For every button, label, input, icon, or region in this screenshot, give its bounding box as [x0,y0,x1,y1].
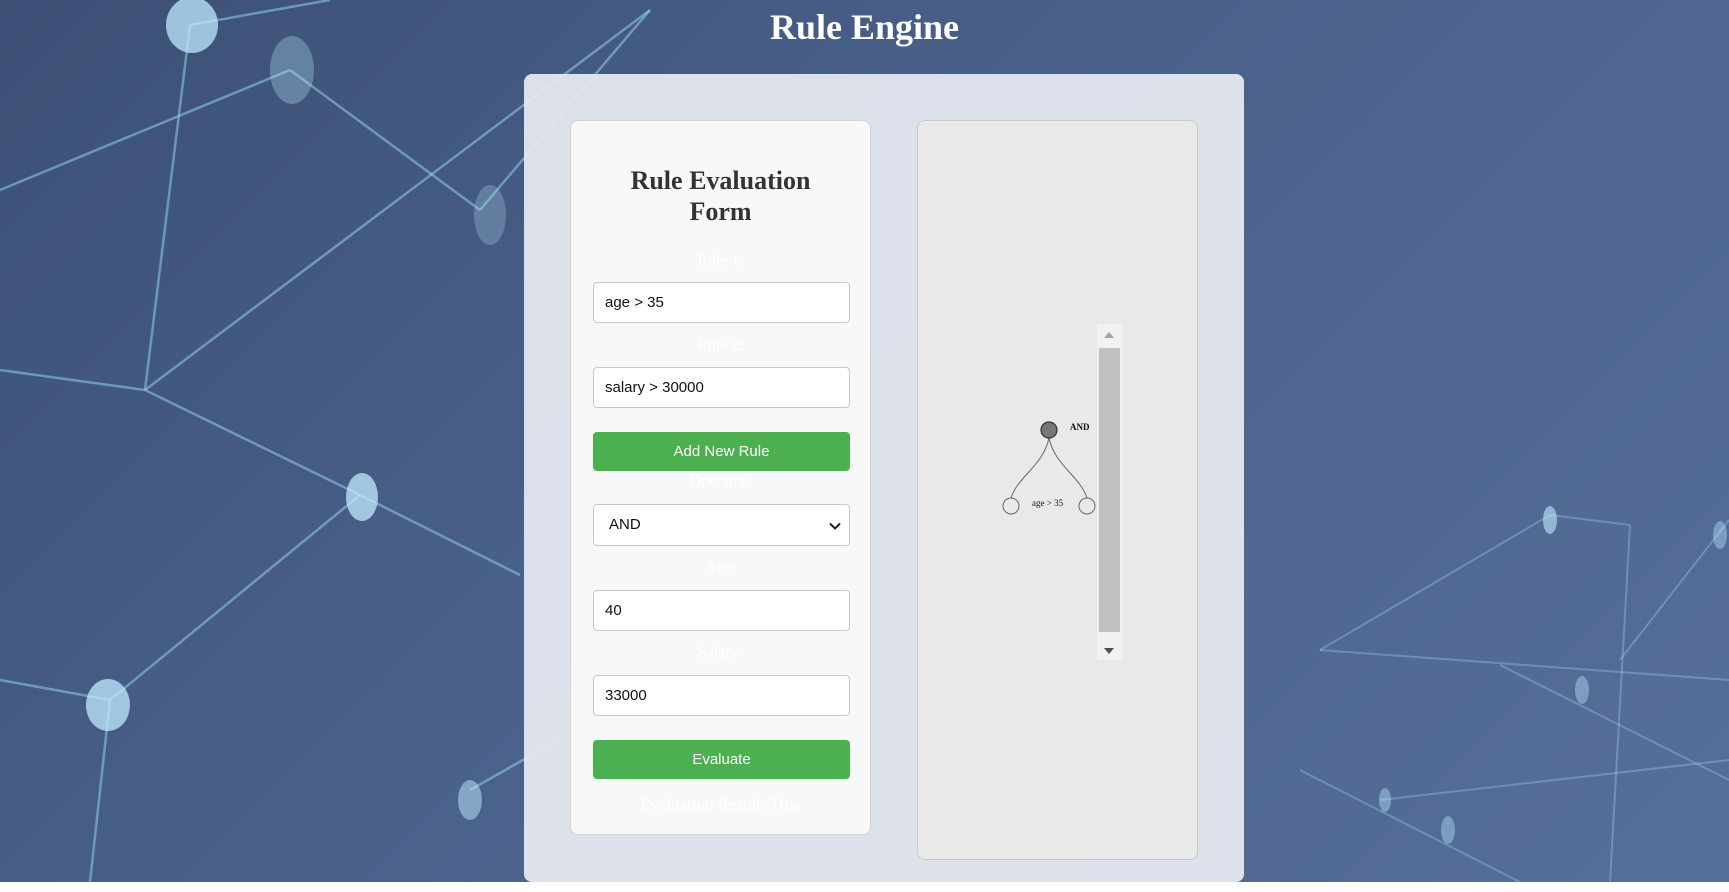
scroll-up-arrow-icon[interactable] [1104,332,1114,338]
operator-label: Operator: [689,473,752,490]
rule2-input[interactable]: salary > 30000 [593,367,850,408]
rule1-label: Rule 1: [697,252,744,269]
form-title-line-1: Rule Evaluation [630,166,811,195]
rule2-label: Rule 2: [697,337,744,354]
tree-root-node-circle [1040,421,1058,439]
tree-edge-right [1048,437,1088,499]
operator-selected-value: AND [609,516,641,533]
evaluation-result: Evaluation Result: True [639,795,802,814]
rule-tree-panel: AND age > 35 [917,120,1198,860]
tree-child-label: age > 35 [1032,498,1064,508]
chevron-down-icon [829,522,841,530]
rule-evaluation-form: Rule Evaluation Form Rule 1: age > 35 Ru… [570,120,871,835]
scroll-thumb[interactable] [1099,348,1120,632]
bottom-strip [0,882,1729,892]
tree-scrollbar[interactable] [1097,324,1122,660]
page-title: Rule Engine [769,7,960,47]
form-title: Rule Evaluation Form [571,165,870,227]
tree-edge-left [1010,437,1050,499]
age-input[interactable]: 40 [593,590,850,631]
tree-root-label: AND [1070,422,1090,432]
rule-tree-diagram: AND age > 35 [1002,421,1096,515]
age-label: Age: [704,559,737,576]
form-title-line-2: Form [689,197,752,226]
salary-label: Salary: [697,644,744,661]
rule1-input[interactable]: age > 35 [593,282,850,323]
scroll-down-arrow-icon[interactable] [1104,648,1114,654]
tree-left-child-node [1002,497,1020,515]
tree-right-child-node [1078,497,1096,515]
salary-input[interactable]: 33000 [593,675,850,716]
evaluate-button[interactable]: Evaluate [593,740,850,779]
add-new-rule-button[interactable]: Add New Rule [593,432,850,471]
operator-select[interactable]: AND [593,504,850,546]
